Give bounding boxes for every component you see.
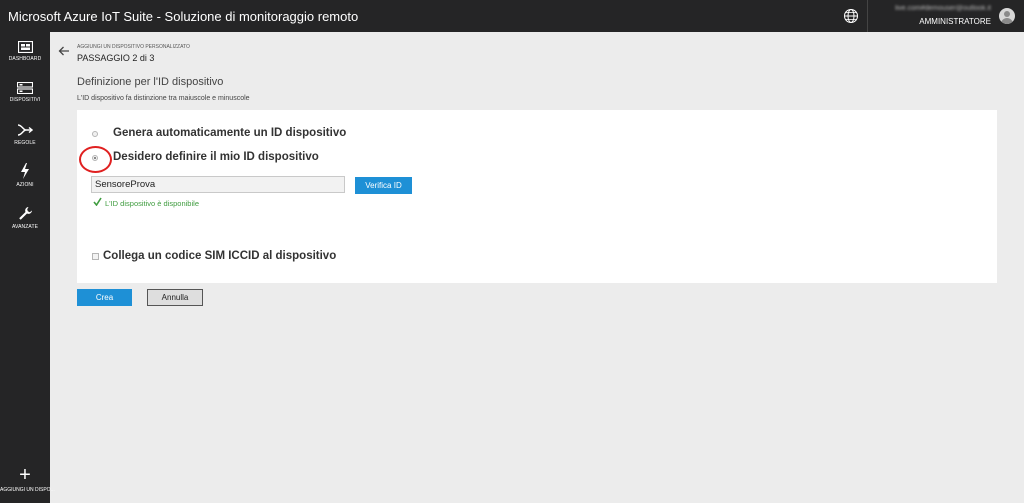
availability-status: L'ID dispositivo è disponibile	[105, 199, 199, 208]
rules-icon	[17, 124, 33, 136]
sidebar-item-label: AVANZATE	[11, 224, 39, 230]
back-arrow-icon[interactable]	[58, 46, 70, 56]
sim-checkbox-label[interactable]: Collega un codice SIM ICCID al dispositi…	[103, 250, 336, 262]
sidebar-item-dashboard[interactable]: DASHBOARD	[0, 41, 50, 77]
actions-icon	[21, 163, 29, 179]
sidebar-item-label: DISPOSITIVI	[9, 97, 41, 103]
sidebar-item-rules[interactable]: REGOLE	[0, 123, 50, 159]
radio-auto-id[interactable]	[92, 131, 98, 137]
dashboard-icon	[17, 41, 33, 53]
sidebar-item-actions[interactable]: AZIONI	[0, 163, 50, 199]
user-avatar-icon[interactable]	[999, 8, 1015, 24]
sidebar-item-advanced[interactable]: AVANZATE	[0, 206, 50, 242]
globe-icon[interactable]	[843, 8, 859, 24]
sidebar-item-label: REGOLE	[14, 140, 36, 146]
sidebar-item-add-device[interactable]: + AGGIUNGI UN DISPO...	[0, 464, 55, 501]
option-auto-id-label[interactable]: Genera automaticamente un ID dispositivo	[113, 127, 346, 139]
user-menu[interactable]: live.com#demouser@outlook.it AMMINISTRAT…	[867, 0, 1024, 32]
step-indicator: PASSAGGIO 2 di 3	[77, 53, 155, 63]
section-description: L'ID dispositivo fa distinzione tra maiu…	[77, 95, 250, 102]
sidebar-item-label: AZIONI	[16, 182, 34, 188]
verify-id-button[interactable]: Verifica ID	[355, 177, 412, 194]
cancel-button[interactable]: Annulla	[147, 289, 203, 306]
breadcrumb: AGGIUNGI UN DISPOSITIVO PERSONALIZZATO	[77, 44, 190, 50]
user-role: AMMINISTRATORE	[919, 17, 991, 26]
sidebar-item-label: AGGIUNGI UN DISPO...	[0, 487, 55, 493]
user-email: live.com#demouser@outlook.it	[895, 5, 991, 12]
plus-icon: +	[19, 464, 31, 486]
option-custom-id-label[interactable]: Desidero definire il mio ID dispositivo	[113, 151, 319, 163]
top-bar: Microsoft Azure IoT Suite - Soluzione di…	[0, 0, 1024, 32]
sidebar-item-label: DASHBOARD	[8, 56, 42, 62]
device-id-input[interactable]	[91, 176, 345, 193]
create-button[interactable]: Crea	[77, 289, 132, 306]
devices-icon	[17, 82, 33, 94]
sidebar: DASHBOARD DISPOSITIVI REGOLE AZIONI AVAN…	[0, 32, 55, 503]
highlight-circle	[79, 146, 112, 173]
sidebar-item-devices[interactable]: DISPOSITIVI	[0, 82, 50, 118]
section-title: Definizione per l'ID dispositivo	[77, 76, 224, 88]
app-title: Microsoft Azure IoT Suite - Soluzione di…	[8, 9, 359, 24]
checkmark-icon	[93, 197, 102, 206]
wrench-icon	[18, 207, 32, 220]
sim-checkbox[interactable]	[92, 253, 99, 260]
